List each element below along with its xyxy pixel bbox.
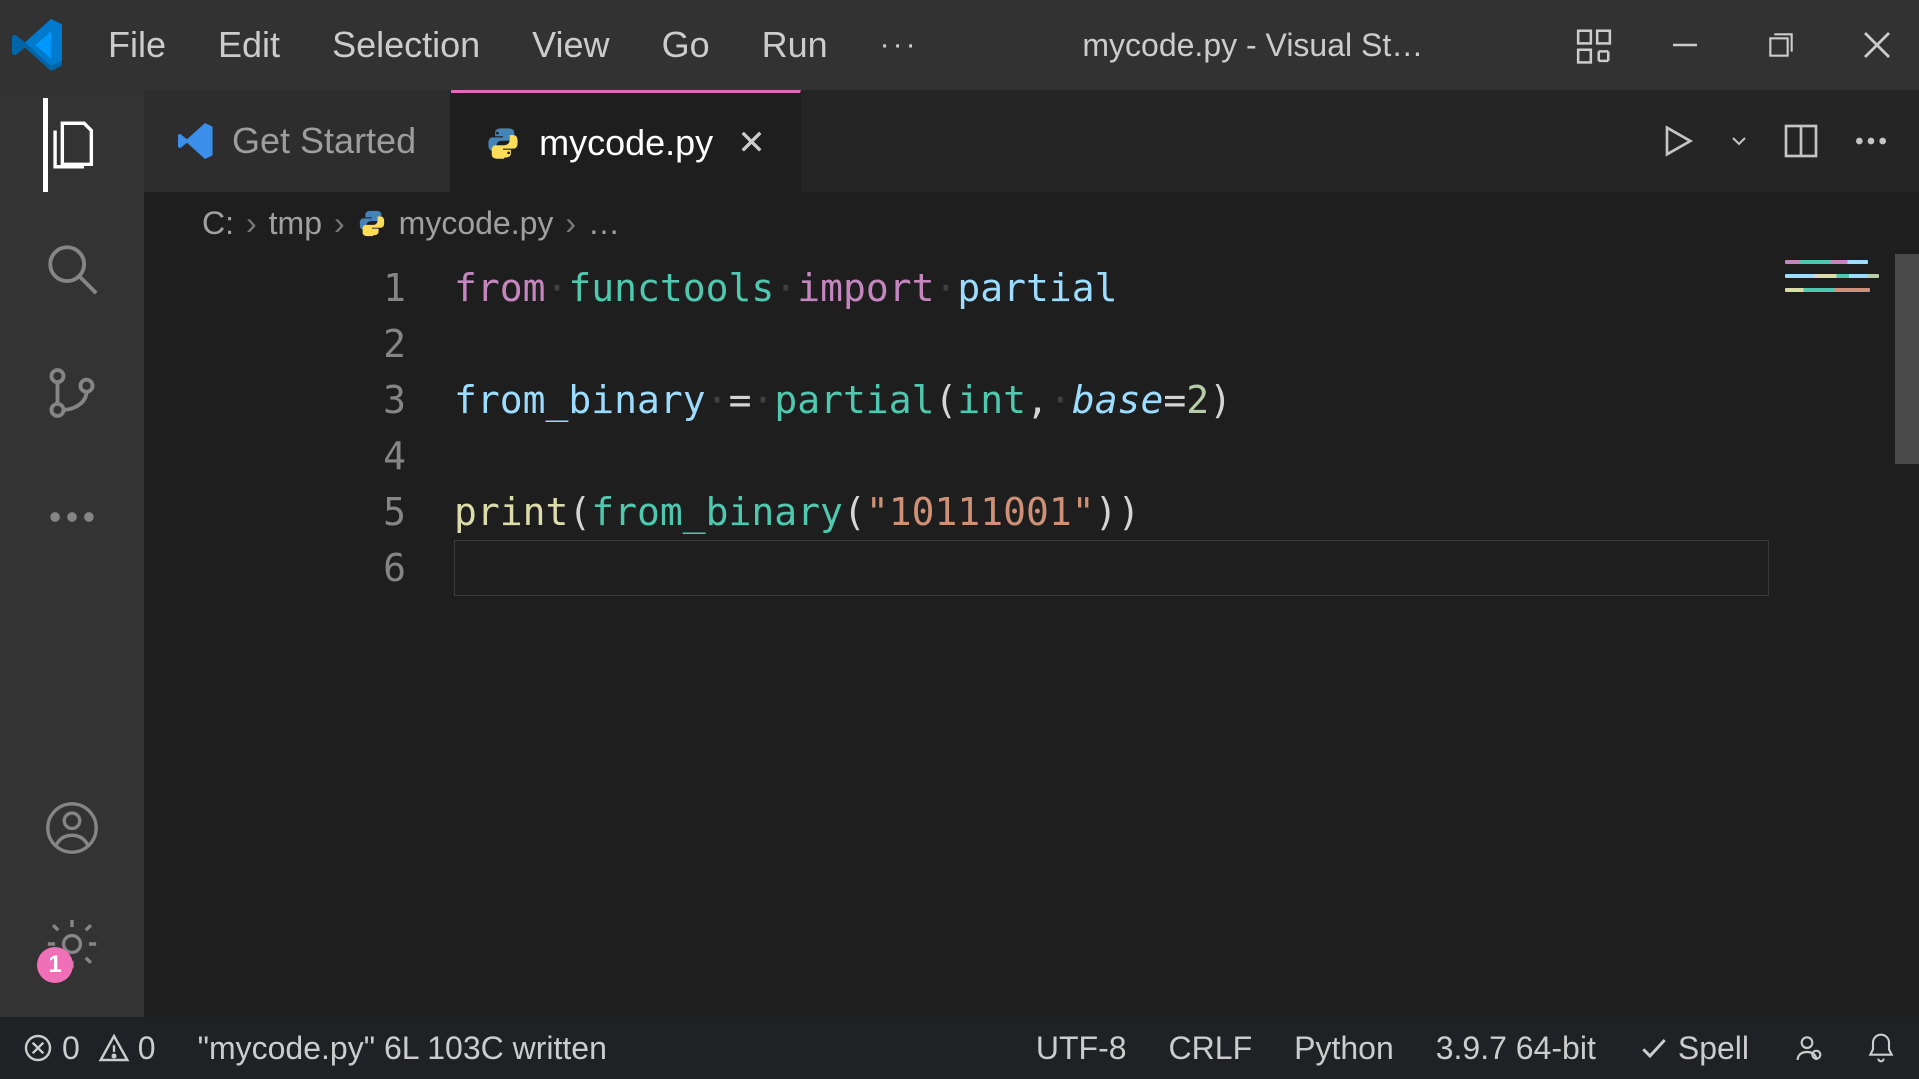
menu-selection[interactable]: Selection [320, 20, 492, 70]
split-editor-icon[interactable] [1781, 121, 1821, 161]
minimize-button[interactable] [1661, 21, 1709, 69]
breadcrumb-symbol[interactable]: … [588, 205, 620, 242]
menu-file[interactable]: File [96, 20, 178, 70]
menu-more[interactable]: ··· [868, 24, 931, 66]
activity-settings[interactable]: 1 [43, 915, 101, 973]
status-interpreter[interactable]: 3.9.7 64-bit [1436, 1030, 1596, 1067]
code-content[interactable]: from·functools·import·partial from_binar… [454, 254, 1919, 1017]
status-spell[interactable]: Spell [1638, 1030, 1749, 1067]
menu-view[interactable]: View [520, 20, 621, 70]
menu-run[interactable]: Run [750, 20, 840, 70]
chevron-right-icon: › [565, 205, 576, 242]
status-errors[interactable]: 0 [22, 1030, 80, 1067]
breadcrumb-drive[interactable]: C: [202, 205, 234, 242]
status-bar: 0 0 "mycode.py" 6L 103C written UTF-8 CR… [0, 1017, 1919, 1079]
activity-more[interactable] [43, 488, 101, 546]
run-dropdown-icon[interactable] [1727, 129, 1751, 153]
tab-mycode[interactable]: mycode.py ✕ [451, 90, 801, 192]
menu-bar: File Edit Selection View Go Run ··· [96, 20, 931, 70]
breadcrumb-folder[interactable]: tmp [269, 205, 322, 242]
settings-badge: 1 [37, 947, 73, 983]
tab-row: Get Started mycode.py ✕ [144, 90, 1919, 192]
editor[interactable]: 1 2 3 4 5 6 from·functools·import·partia… [144, 254, 1919, 1017]
maximize-button[interactable] [1757, 21, 1805, 69]
scrollbar-thumb[interactable] [1895, 254, 1919, 464]
menu-go[interactable]: Go [650, 20, 722, 70]
vscode-logo-icon [12, 19, 64, 71]
breadcrumb-file[interactable]: mycode.py [399, 205, 554, 242]
check-icon [1638, 1032, 1670, 1064]
status-warnings[interactable]: 0 [98, 1030, 156, 1067]
activity-source-control[interactable] [43, 364, 101, 422]
tab-get-started[interactable]: Get Started [144, 90, 451, 192]
window-title: mycode.py - Visual St… [931, 27, 1575, 64]
status-message: "mycode.py" 6L 103C written [198, 1030, 607, 1067]
layout-editor-icon[interactable] [1575, 26, 1613, 64]
title-bar: File Edit Selection View Go Run ··· myco… [0, 0, 1919, 90]
activity-accounts[interactable] [43, 799, 101, 857]
breadcrumb[interactable]: C: › tmp › mycode.py › … [144, 192, 1919, 254]
status-notifications-icon[interactable] [1865, 1032, 1897, 1064]
status-eol[interactable]: CRLF [1169, 1030, 1253, 1067]
tab-label: Get Started [232, 120, 416, 162]
activity-explorer[interactable] [43, 116, 101, 174]
python-icon [485, 125, 521, 161]
status-feedback-icon[interactable] [1791, 1032, 1823, 1064]
status-language[interactable]: Python [1294, 1030, 1394, 1067]
activity-bar: 1 [0, 90, 144, 1017]
close-button[interactable] [1853, 21, 1901, 69]
line-numbers: 1 2 3 4 5 6 [144, 254, 454, 1017]
close-tab-icon[interactable]: ✕ [737, 123, 766, 163]
tab-label: mycode.py [539, 122, 713, 164]
chevron-right-icon: › [334, 205, 345, 242]
status-encoding[interactable]: UTF-8 [1036, 1030, 1127, 1067]
python-icon [357, 208, 387, 238]
error-icon [22, 1032, 54, 1064]
vscode-icon [178, 123, 214, 159]
menu-edit[interactable]: Edit [206, 20, 292, 70]
warning-icon [98, 1032, 130, 1064]
minimap[interactable] [1769, 254, 1919, 1017]
run-button[interactable] [1657, 121, 1697, 161]
more-actions-icon[interactable] [1851, 121, 1891, 161]
chevron-right-icon: › [246, 205, 257, 242]
activity-search[interactable] [43, 240, 101, 298]
